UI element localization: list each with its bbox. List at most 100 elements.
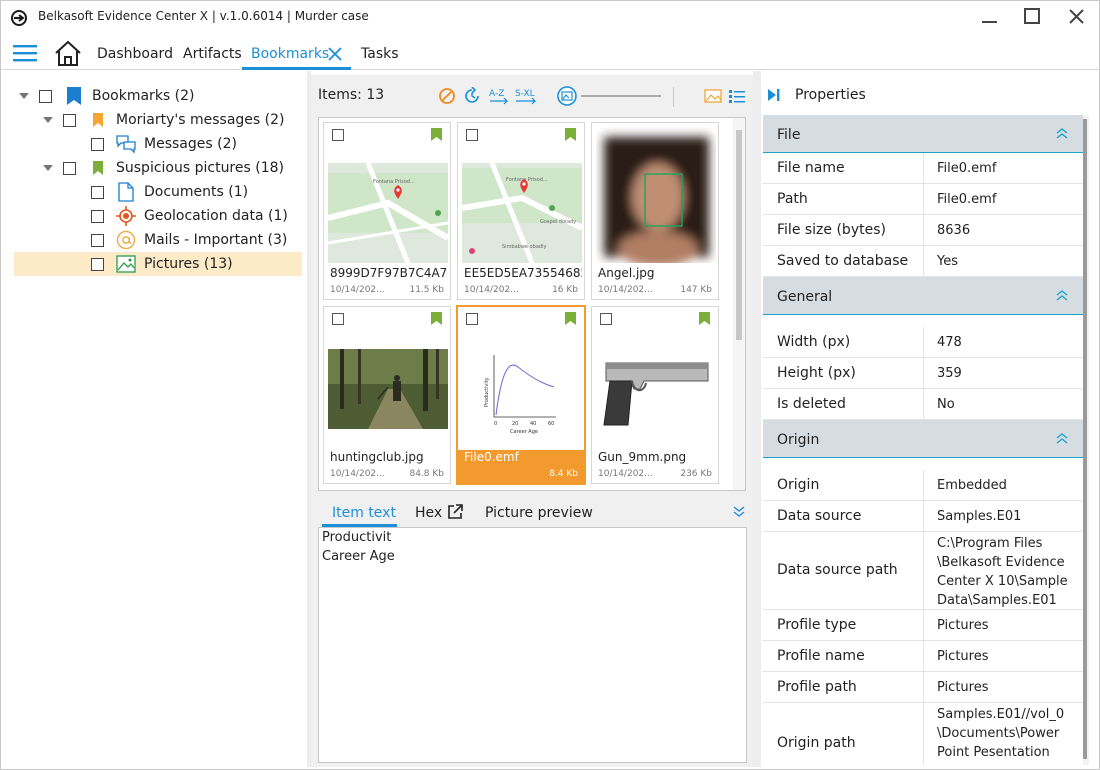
tree-checkbox[interactable] — [63, 113, 76, 127]
property-value: Pictures — [937, 649, 989, 664]
tree-item-bookmarks[interactable]: Bookmarks (2) — [19, 84, 195, 108]
gallery-tile[interactable]: Fontana Prisod... 8999D7F97B7C4A708... 1… — [323, 122, 451, 300]
text-line: Career Age — [322, 549, 395, 564]
tab-picture-preview[interactable]: Picture preview — [485, 505, 593, 521]
expand-arrow-icon[interactable] — [43, 115, 53, 125]
tree-checkbox[interactable] — [91, 257, 104, 271]
bookmark-green-icon — [431, 128, 442, 141]
property-row: Data source path C:\Program Files \Belkas… — [763, 532, 1083, 610]
items-count: Items: 13 — [318, 87, 385, 103]
bookmarks-tree-panel: Bookmarks (2) Moriarty's messages (2) Me… — [9, 75, 307, 765]
property-value: C:\Program Files \Belkasoft Evidence Cen… — [937, 536, 1068, 608]
expand-arrow-icon[interactable] — [19, 91, 29, 101]
tree-item-mails-important[interactable]: Mails - Important (3) — [91, 228, 287, 252]
tree-checkbox[interactable] — [91, 233, 104, 247]
tab-hex[interactable]: Hex — [415, 505, 442, 521]
tree-checkbox[interactable] — [91, 185, 104, 199]
tree-item-documents[interactable]: Documents (1) — [91, 180, 248, 204]
minimize-button[interactable] — [975, 6, 1003, 28]
list-view-icon[interactable] — [728, 87, 746, 105]
tree-item-geolocation-data[interactable]: Geolocation data (1) — [91, 204, 288, 228]
close-window-button[interactable] — [1063, 6, 1091, 28]
properties-scrollbar[interactable] — [1083, 115, 1089, 765]
bookmark-orange-icon — [93, 113, 103, 127]
tile-checkbox[interactable] — [466, 313, 478, 325]
refresh-clock-icon[interactable] — [463, 87, 481, 105]
tree-checkbox[interactable] — [39, 89, 52, 103]
title-bar: Belkasoft Evidence Center X | v.1.0.6014… — [1, 1, 1099, 33]
zoom-picture-icon[interactable] — [557, 86, 577, 106]
tree-item-pictures[interactable]: Pictures (13) — [14, 252, 302, 276]
zoom-slider[interactable] — [581, 95, 661, 97]
picture-icon — [116, 255, 136, 273]
tile-date: 10/14/202... — [598, 285, 653, 295]
tab-item-text[interactable]: Item text — [332, 505, 396, 521]
close-tab-icon[interactable] — [328, 47, 342, 61]
sort-size-icon[interactable]: S-XL — [515, 87, 537, 105]
property-row: Data source Samples.E01 — [763, 501, 1083, 532]
chevron-up-icon[interactable] — [1055, 288, 1069, 302]
home-icon[interactable] — [54, 39, 82, 67]
gallery-tile[interactable]: Fontana Prisod... Gospel dorady Simbabwe… — [457, 122, 585, 300]
open-external-icon[interactable] — [447, 504, 463, 520]
tile-date: 10/14/202... — [464, 285, 519, 295]
gallery-scrollbar[interactable] — [733, 118, 745, 490]
section-title: Origin — [777, 432, 820, 448]
properties-scrollbar-thumb[interactable] — [1083, 119, 1087, 759]
property-row: Height (px) 359 — [763, 358, 1083, 389]
section-origin[interactable]: Origin — [763, 420, 1083, 458]
text-line: Productivit — [322, 530, 392, 545]
tree-item-label: Documents (1) — [144, 184, 249, 200]
property-key: Origin path — [777, 735, 856, 751]
thumbnail-view-icon[interactable] — [704, 87, 722, 105]
tab-tasks[interactable]: Tasks — [361, 46, 399, 62]
gallery-panel: Items: 13 A-Z S-XL Fontana Prisod... 899… — [311, 75, 753, 767]
tree-item-moriartys-messages[interactable]: Moriarty's messages (2) — [43, 108, 285, 132]
clear-filter-icon[interactable] — [438, 87, 456, 105]
property-key: Is deleted — [777, 396, 846, 412]
tile-checkbox[interactable] — [466, 129, 478, 141]
property-row: Origin path Samples.E01//vol_0 \Documents… — [763, 703, 1083, 765]
gallery-tile[interactable]: Angel.jpg 10/14/202... 147 Kb — [591, 122, 719, 300]
chevron-up-icon[interactable] — [1055, 126, 1069, 140]
gallery-tile[interactable]: Gun_9mm.png 10/14/202... 236 Kb — [591, 306, 719, 484]
tree-checkbox[interactable] — [91, 209, 104, 223]
tile-size: 147 Kb — [680, 285, 712, 295]
tab-bookmarks[interactable]: Bookmarks — [251, 46, 329, 62]
productivity-chart-thumbnail: Productivity 0 20 40 60 Career Age — [466, 347, 576, 437]
window-title: Belkasoft Evidence Center X | v.1.0.6014… — [38, 9, 369, 23]
gallery-scrollbar-thumb[interactable] — [736, 130, 742, 340]
hamburger-menu-icon[interactable] — [13, 44, 37, 62]
tile-checkbox[interactable] — [332, 129, 344, 141]
tab-artifacts[interactable]: Artifacts — [183, 46, 242, 62]
tree-checkbox[interactable] — [91, 137, 104, 151]
tile-checkbox[interactable] — [332, 313, 344, 325]
gallery-tile-selected[interactable]: Productivity 0 20 40 60 Career Age File0… — [456, 305, 586, 485]
forest-photo-thumbnail — [328, 349, 448, 429]
sort-alphabetical-icon[interactable]: A-Z — [489, 87, 509, 105]
tree-checkbox[interactable] — [63, 161, 76, 175]
svg-text:S-XL: S-XL — [515, 89, 535, 99]
tab-dashboard[interactable]: Dashboard — [97, 46, 173, 62]
expand-arrow-icon[interactable] — [43, 163, 53, 173]
tile-checkbox[interactable] — [600, 313, 612, 325]
gallery-tile[interactable]: huntingclub.jpg 10/14/202... 84.8 Kb — [323, 306, 451, 484]
property-value: 8636 — [937, 223, 971, 238]
chevron-up-icon[interactable] — [1055, 431, 1069, 445]
main-tab-bar: Dashboard Artifacts Bookmarks Tasks — [1, 35, 1099, 70]
property-value: No — [937, 397, 955, 412]
tree-item-suspicious-pictures[interactable]: Suspicious pictures (18) — [43, 156, 284, 180]
tile-name: 8999D7F97B7C4A708... — [330, 266, 448, 280]
tree-item-label: Suspicious pictures (18) — [116, 160, 284, 176]
svg-text:Simbabwe obadly: Simbabwe obadly — [502, 244, 546, 250]
section-file[interactable]: File — [763, 115, 1083, 153]
maximize-button[interactable] — [1018, 6, 1046, 28]
tree-item-label: Bookmarks (2) — [92, 88, 195, 104]
tree-item-messages[interactable]: Messages (2) — [91, 132, 237, 156]
collapse-down-icon[interactable] — [732, 504, 746, 518]
splitter[interactable] — [753, 71, 761, 767]
section-general[interactable]: General — [763, 277, 1083, 315]
collapse-panel-icon[interactable] — [767, 88, 781, 102]
maximize-icon — [1024, 8, 1040, 24]
item-text-view[interactable]: Productivit Career Age — [318, 527, 747, 763]
